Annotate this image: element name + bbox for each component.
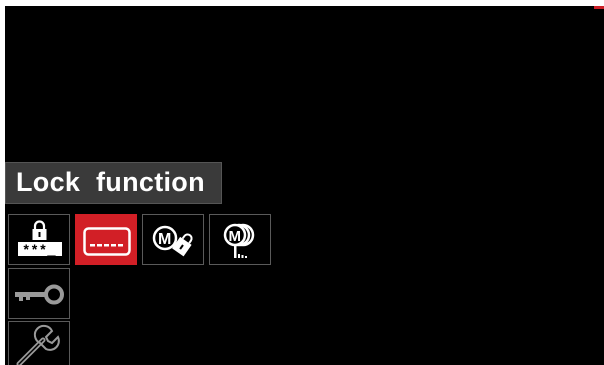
memory-lock-tile[interactable]: M bbox=[142, 214, 204, 265]
tools-tile[interactable] bbox=[8, 321, 70, 365]
memory-limits-tile[interactable]: M bbox=[209, 214, 271, 265]
memory-limits-icon: M bbox=[223, 223, 255, 258]
password-lock-tile[interactable]: ***_ bbox=[8, 214, 70, 265]
lock-screen-tile[interactable] bbox=[75, 214, 137, 265]
memory-limits-letter: M bbox=[229, 228, 242, 245]
password-mask-text: ***_ bbox=[22, 244, 56, 260]
key-icon bbox=[15, 284, 64, 305]
page-title: Lock function bbox=[16, 167, 205, 197]
wrench-icon bbox=[16, 324, 60, 365]
lock-password-icon: ***_ bbox=[18, 220, 62, 260]
keypad-panel-icon bbox=[83, 227, 131, 256]
memory-letter: M bbox=[158, 231, 171, 248]
memory-lock-icon: M bbox=[152, 225, 193, 257]
display-screen: Lock function ***_ M M bbox=[5, 6, 604, 365]
key-tile[interactable] bbox=[8, 268, 70, 319]
title-banner: Lock function bbox=[5, 162, 222, 204]
status-indicator bbox=[594, 6, 604, 9]
